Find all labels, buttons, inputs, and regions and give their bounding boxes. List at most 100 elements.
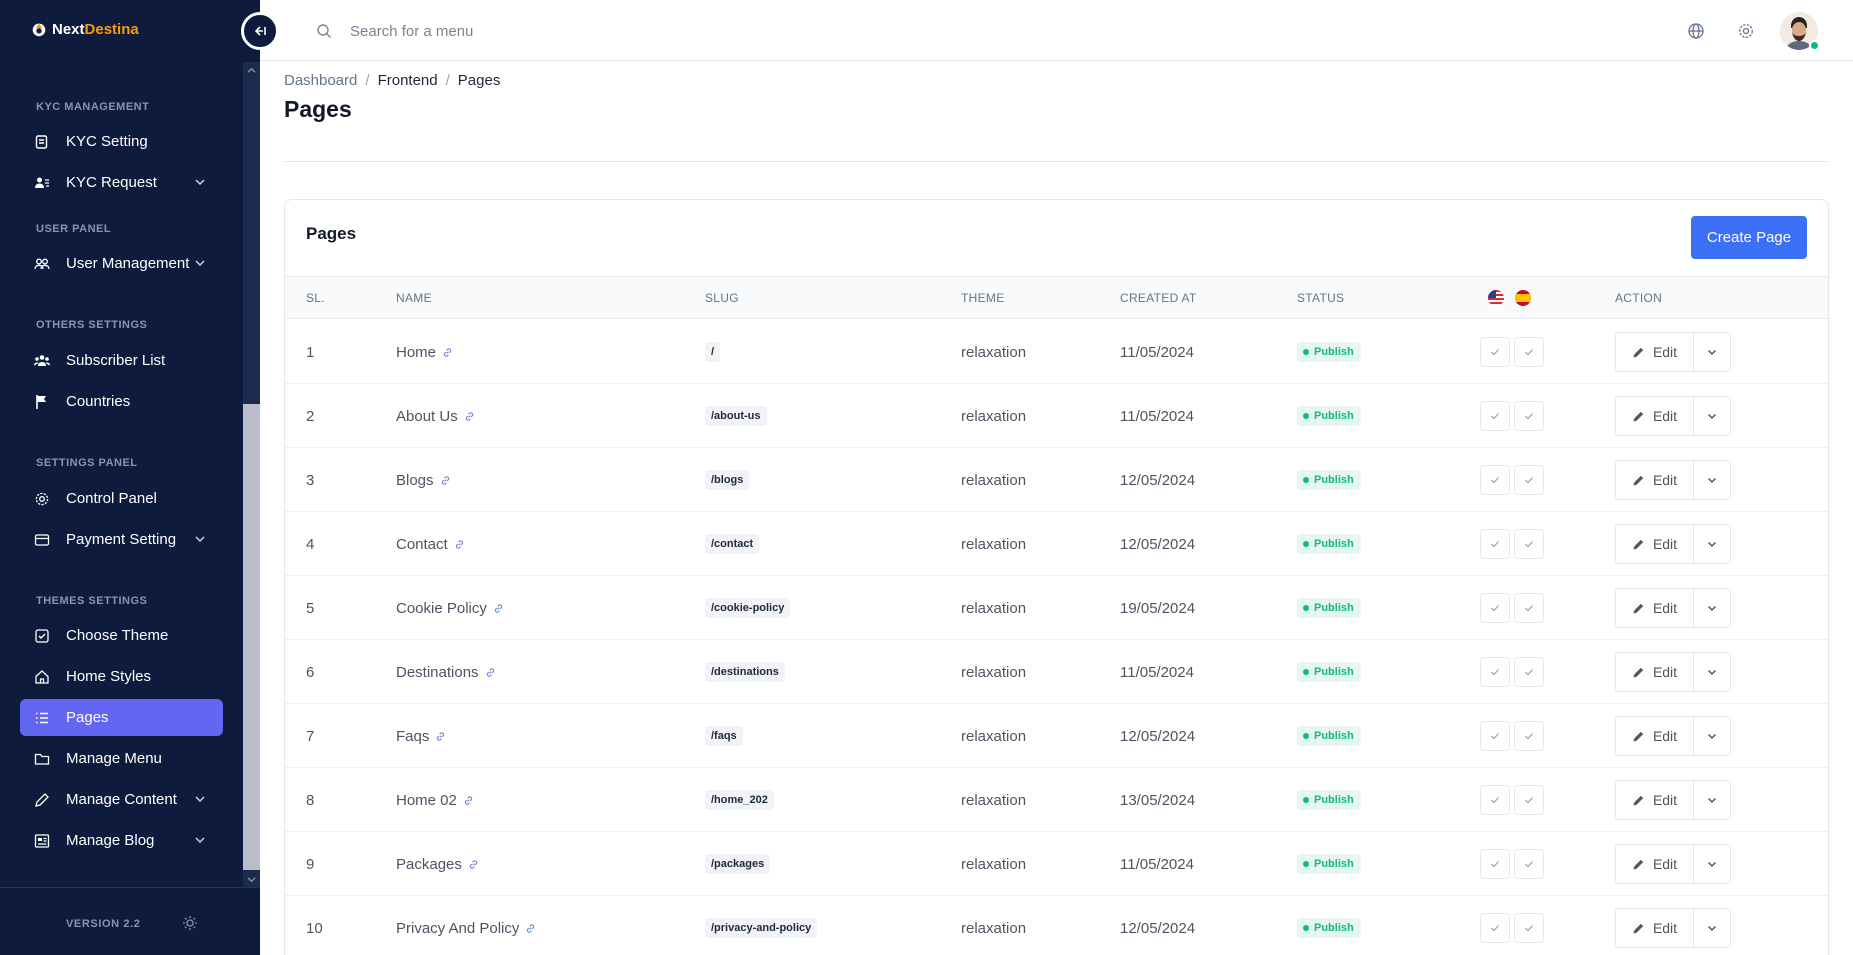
- row-name[interactable]: Destinations: [396, 664, 496, 681]
- sidebar-item-manage-blog[interactable]: Manage Blog: [20, 822, 223, 859]
- lang-en-check-button[interactable]: [1480, 849, 1510, 879]
- row-name[interactable]: Privacy And Policy: [396, 920, 536, 937]
- logo-mark-icon: [32, 23, 46, 37]
- row-name-text[interactable]: Home: [396, 344, 436, 361]
- lang-en-check-button[interactable]: [1480, 913, 1510, 943]
- create-page-button[interactable]: Create Page: [1691, 216, 1807, 259]
- row-name-text[interactable]: Home 02: [396, 792, 457, 809]
- row-dropdown-button[interactable]: [1694, 845, 1730, 883]
- brand-logo[interactable]: Next Destina: [30, 20, 139, 38]
- sidebar-scrollbar-thumb[interactable]: [243, 404, 260, 870]
- sidebar-item-manage-content[interactable]: Manage Content: [20, 781, 223, 818]
- edit-button[interactable]: Edit: [1616, 909, 1694, 947]
- link-icon[interactable]: [440, 475, 451, 486]
- sidebar-item-pages[interactable]: Pages: [20, 699, 223, 736]
- edit-button[interactable]: Edit: [1616, 333, 1694, 371]
- lang-en-check-button[interactable]: [1480, 401, 1510, 431]
- sidebar-item-choose-theme[interactable]: Choose Theme: [20, 617, 223, 654]
- gear-icon[interactable]: [1737, 22, 1755, 40]
- lang-es-check-button[interactable]: [1514, 913, 1544, 943]
- edit-button[interactable]: Edit: [1616, 461, 1694, 499]
- sidebar-item-kyc-setting[interactable]: KYC Setting: [20, 123, 223, 160]
- row-dropdown-button[interactable]: [1694, 909, 1730, 947]
- edit-button[interactable]: Edit: [1616, 653, 1694, 691]
- link-icon[interactable]: [435, 731, 446, 742]
- sidebar-item-user-management[interactable]: User Management: [20, 245, 223, 282]
- sidebar-item-home-styles[interactable]: Home Styles: [20, 658, 223, 695]
- row-name-text[interactable]: Contact: [396, 536, 448, 553]
- lang-es-check-button[interactable]: [1514, 337, 1544, 367]
- link-icon[interactable]: [468, 859, 479, 870]
- status-dot: [1303, 669, 1309, 675]
- lang-es-check-button[interactable]: [1514, 657, 1544, 687]
- lang-es-check-button[interactable]: [1514, 465, 1544, 495]
- lang-en-check-button[interactable]: [1480, 337, 1510, 367]
- row-name[interactable]: Blogs: [396, 472, 451, 489]
- sidebar-item-subscriber-list[interactable]: Subscriber List: [20, 342, 223, 379]
- row-dropdown-button[interactable]: [1694, 397, 1730, 435]
- edit-button[interactable]: Edit: [1616, 845, 1694, 883]
- edit-button[interactable]: Edit: [1616, 781, 1694, 819]
- edit-button[interactable]: Edit: [1616, 589, 1694, 627]
- row-dropdown-button[interactable]: [1694, 461, 1730, 499]
- link-icon[interactable]: [493, 603, 504, 614]
- scroll-up-arrow-icon[interactable]: [243, 62, 260, 78]
- row-name[interactable]: Cookie Policy: [396, 600, 504, 617]
- row-name[interactable]: Packages: [396, 856, 479, 873]
- sidebar-item-kyc-request[interactable]: KYC Request: [20, 164, 223, 201]
- lang-en-check-button[interactable]: [1480, 593, 1510, 623]
- lang-en-check-button[interactable]: [1480, 721, 1510, 751]
- sidebar-item-manage-menu[interactable]: Manage Menu: [20, 740, 223, 777]
- edit-button[interactable]: Edit: [1616, 717, 1694, 755]
- lang-es-check-button[interactable]: [1514, 849, 1544, 879]
- sun-icon[interactable]: [182, 915, 198, 931]
- row-name-text[interactable]: Privacy And Policy: [396, 920, 519, 937]
- row-name[interactable]: About Us: [396, 408, 475, 425]
- link-icon[interactable]: [525, 923, 536, 934]
- row-dropdown-button[interactable]: [1694, 589, 1730, 627]
- link-icon[interactable]: [442, 347, 453, 358]
- row-name-text[interactable]: Faqs: [396, 728, 429, 745]
- link-icon[interactable]: [454, 539, 465, 550]
- row-name-text[interactable]: Packages: [396, 856, 462, 873]
- row-dropdown-button[interactable]: [1694, 525, 1730, 563]
- row-name[interactable]: Faqs: [396, 728, 446, 745]
- breadcrumb-frontend[interactable]: Frontend: [378, 72, 438, 89]
- lang-en-check-button[interactable]: [1480, 529, 1510, 559]
- row-dropdown-button[interactable]: [1694, 653, 1730, 691]
- lang-en-check-button[interactable]: [1480, 465, 1510, 495]
- search-input[interactable]: [350, 18, 750, 44]
- link-icon[interactable]: [464, 411, 475, 422]
- link-icon[interactable]: [463, 795, 474, 806]
- row-name-text[interactable]: Destinations: [396, 664, 479, 681]
- breadcrumb-dashboard[interactable]: Dashboard: [284, 72, 357, 89]
- link-icon[interactable]: [485, 667, 496, 678]
- lang-en-check-button[interactable]: [1480, 785, 1510, 815]
- sidebar-item-label: Payment Setting: [66, 531, 177, 548]
- edit-button[interactable]: Edit: [1616, 397, 1694, 435]
- lang-es-check-button[interactable]: [1514, 401, 1544, 431]
- scroll-down-arrow-icon[interactable]: [243, 871, 260, 887]
- check-icon: [1525, 605, 1533, 612]
- row-dropdown-button[interactable]: [1694, 333, 1730, 371]
- row-name[interactable]: Home 02: [396, 792, 474, 809]
- row-name[interactable]: Home: [396, 344, 453, 361]
- lang-es-check-button[interactable]: [1514, 785, 1544, 815]
- lang-es-check-button[interactable]: [1514, 593, 1544, 623]
- sidebar-item-countries[interactable]: Countries: [20, 383, 223, 420]
- row-name[interactable]: Contact: [396, 536, 465, 553]
- row-dropdown-button[interactable]: [1694, 781, 1730, 819]
- edit-button[interactable]: Edit: [1616, 525, 1694, 563]
- row-name-text[interactable]: Cookie Policy: [396, 600, 487, 617]
- row-name-text[interactable]: About Us: [396, 408, 458, 425]
- lang-en-check-button[interactable]: [1480, 657, 1510, 687]
- sidebar-item-control-panel[interactable]: Control Panel: [20, 480, 223, 517]
- users-icon: [34, 175, 50, 191]
- row-name-text[interactable]: Blogs: [396, 472, 434, 489]
- lang-es-check-button[interactable]: [1514, 529, 1544, 559]
- row-dropdown-button[interactable]: [1694, 717, 1730, 755]
- sidebar-item-payment-setting[interactable]: Payment Setting: [20, 521, 223, 558]
- globe-icon[interactable]: [1687, 22, 1705, 40]
- lang-es-check-button[interactable]: [1514, 721, 1544, 751]
- sidebar-collapse-button[interactable]: [241, 12, 279, 50]
